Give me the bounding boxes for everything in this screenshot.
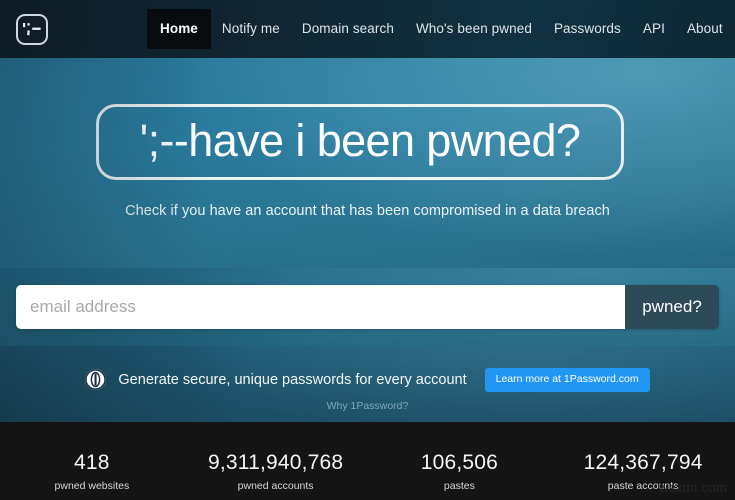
nav-item-api[interactable]: API: [632, 13, 676, 45]
nav-item-passwords[interactable]: Passwords: [543, 13, 632, 45]
onepassword-learn-more-button[interactable]: Learn more at 1Password.com: [484, 368, 650, 392]
page-title: ';--have i been pwned?: [139, 115, 581, 166]
stat-pwned-websites: 418 pwned websites: [0, 422, 184, 492]
onepassword-promo-text: Generate secure, unique passwords for ev…: [118, 371, 467, 388]
nav-item-notify-me[interactable]: Notify me: [211, 13, 291, 45]
nav-items-list: Home Notify me Domain search Who's been …: [147, 0, 735, 58]
nav-item-domain-search[interactable]: Domain search: [291, 13, 405, 45]
email-search-input[interactable]: [16, 285, 625, 329]
stat-value: 9,311,940,768: [207, 451, 344, 474]
stat-value: 418: [74, 451, 110, 474]
top-navigation-bar: Home Notify me Domain search Who's been …: [0, 0, 735, 58]
stat-value: 106,506: [420, 451, 499, 474]
nav-item-about[interactable]: About: [676, 13, 734, 45]
pwned-submit-button[interactable]: pwned?: [625, 285, 719, 329]
stat-pwned-accounts: 9,311,940,768 pwned accounts: [184, 422, 368, 492]
watermark: wsxdn.com: [659, 480, 727, 495]
nav-item-home[interactable]: Home: [147, 9, 211, 49]
hibp-homepage: Home Notify me Domain search Who's been …: [0, 0, 735, 500]
why-1password-link[interactable]: Why 1Password?: [0, 400, 735, 412]
hero-subtitle: Check if you have an account that has be…: [125, 203, 610, 219]
stat-label: pwned accounts: [237, 480, 314, 492]
stat-pastes: 106,506 pastes: [368, 422, 552, 492]
hero-section: ';--have i been pwned? Check if you have…: [0, 58, 735, 268]
onepassword-promo-row: Generate secure, unique passwords for ev…: [0, 368, 735, 392]
stat-label: pastes: [443, 480, 475, 492]
nav-item-whos-been-pwned[interactable]: Who's been pwned: [405, 13, 543, 45]
site-title-box: ';--have i been pwned?: [96, 104, 624, 180]
stat-label: pwned websites: [54, 480, 130, 492]
search-form: pwned?: [16, 285, 719, 329]
hibp-terminal-logo-icon[interactable]: [16, 13, 48, 45]
stat-value: 124,367,794: [583, 451, 703, 474]
search-section: pwned?: [0, 268, 735, 346]
stats-section: 418 pwned websites 9,311,940,768 pwned a…: [0, 422, 735, 500]
1password-logo-icon: [85, 369, 107, 391]
